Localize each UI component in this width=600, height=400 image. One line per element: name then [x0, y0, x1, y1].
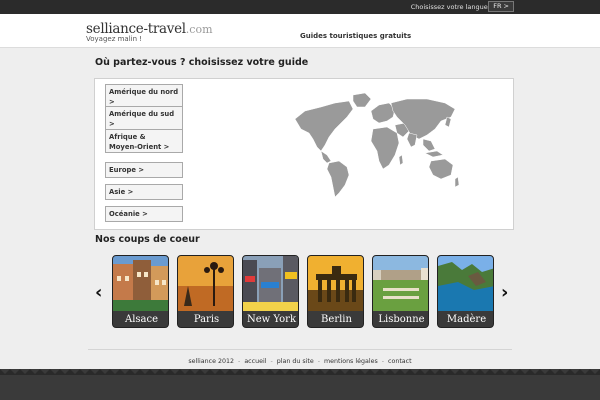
- footer-separator: -: [238, 358, 241, 365]
- footer-links: selliance 2012- accueil - plan du site - ment…: [0, 358, 600, 365]
- destination-card-madere[interactable]: Madère: [437, 255, 494, 328]
- map-australia: [428, 158, 454, 180]
- footer-link-sitemap[interactable]: plan du site: [277, 358, 314, 365]
- region-button-africa-middle-east[interactable]: Afrique & Moyen-Orient >: [105, 129, 183, 153]
- footer-link-legal[interactable]: mentions légales: [324, 358, 378, 365]
- world-map[interactable]: [291, 89, 461, 199]
- world-map-graphic: [294, 92, 460, 198]
- destination-card-lisbonne[interactable]: Lisbonne: [372, 255, 429, 328]
- region-button-asia[interactable]: Asie >: [105, 184, 183, 200]
- new-york-photo: [243, 256, 298, 311]
- footer-link-contact[interactable]: contact: [388, 358, 412, 365]
- footer-link-copyright[interactable]: selliance 2012: [188, 358, 234, 365]
- map-india: [406, 132, 418, 148]
- destination-card-berlin[interactable]: Berlin: [307, 255, 364, 328]
- guide-selector-panel: Amérique du nord > Amérique du sud > Afr…: [94, 78, 514, 230]
- paris-photo: [178, 256, 233, 311]
- site-header: selliance-travel.com Voyagez malin ! Gui…: [0, 14, 600, 48]
- region-label: Afrique & Moyen-Orient >: [109, 133, 170, 151]
- map-central-america: [320, 150, 332, 164]
- map-greenland: [352, 92, 372, 108]
- map-new-zealand: [454, 176, 460, 188]
- map-indonesia: [424, 150, 444, 158]
- bottom-band: [0, 369, 600, 400]
- footer-separator: -: [270, 358, 273, 365]
- guide-section-title: Où partez-vous ? choisissez votre guide: [95, 57, 309, 68]
- map-south-america: [326, 160, 350, 198]
- destination-card-paris[interactable]: Paris: [177, 255, 234, 328]
- region-label: Amérique du nord >: [109, 88, 179, 106]
- chevron-right-icon[interactable]: ›: [501, 283, 508, 303]
- card-label: Berlin: [321, 314, 352, 325]
- site-logo[interactable]: selliance-travel.com Voyagez malin !: [86, 18, 213, 43]
- language-select-button[interactable]: FR >: [488, 1, 514, 12]
- card-label: Lisbonne: [378, 314, 425, 325]
- nav-link-guides[interactable]: Guides touristiques gratuits: [300, 32, 411, 40]
- region-label: Europe >: [109, 166, 145, 174]
- lisbonne-photo: [373, 256, 428, 311]
- map-madagascar: [398, 154, 404, 166]
- region-button-europe[interactable]: Europe >: [105, 162, 183, 178]
- map-europe: [370, 102, 396, 124]
- footer-link-home[interactable]: accueil: [244, 358, 266, 365]
- destination-card-new-york[interactable]: New York: [242, 255, 299, 328]
- footer-separator: -: [317, 358, 320, 365]
- footer-separator: -: [381, 358, 385, 365]
- madere-photo: [438, 256, 493, 311]
- map-north-america: [294, 100, 354, 152]
- region-label: Océanie >: [109, 210, 148, 218]
- card-label: Alsace: [124, 314, 159, 325]
- footer-divider: [88, 349, 512, 350]
- language-label: Choisissez votre langue :: [410, 3, 492, 11]
- map-southeast-asia: [422, 138, 436, 152]
- berlin-photo: [308, 256, 363, 311]
- top-bar: Choisissez votre langue : FR >: [0, 0, 600, 14]
- alsace-photo: [113, 256, 168, 311]
- card-label: Paris: [193, 314, 220, 325]
- card-label: New York: [247, 314, 296, 325]
- region-label: Amérique du sud >: [109, 110, 175, 128]
- card-label: Madère: [446, 314, 487, 325]
- favorites-section-title: Nos coups de coeur: [95, 234, 200, 245]
- logo-tld: .com: [185, 23, 213, 36]
- region-label: Asie >: [109, 188, 134, 196]
- destination-card-alsace[interactable]: Alsace: [112, 255, 169, 328]
- chevron-left-icon[interactable]: ‹: [95, 283, 102, 303]
- region-button-oceania[interactable]: Océanie >: [105, 206, 183, 222]
- map-africa: [370, 126, 400, 170]
- zigzag-border: [0, 369, 600, 375]
